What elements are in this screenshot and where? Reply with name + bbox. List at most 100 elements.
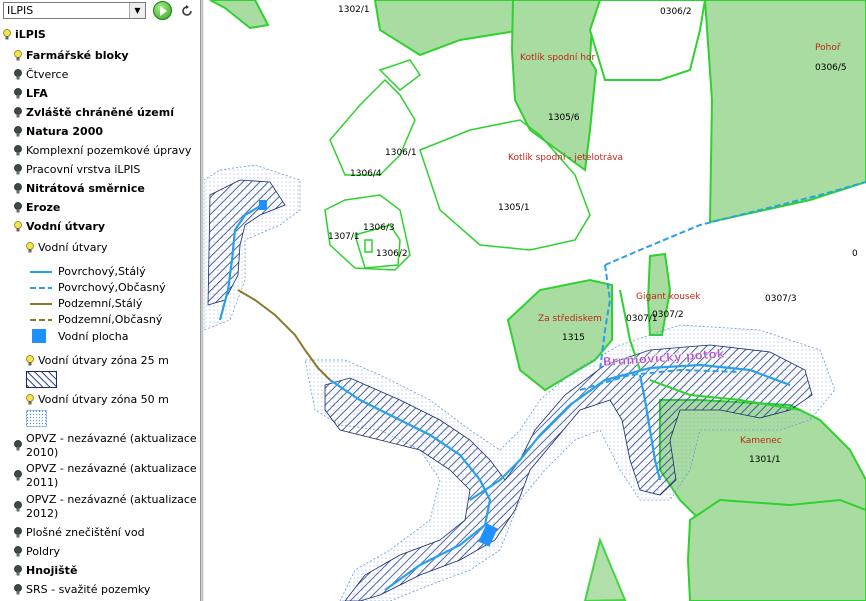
bulb-on-icon[interactable] — [26, 242, 34, 253]
layer-label: OPVZ - nezávazné (aktualizace 2011) — [26, 462, 197, 489]
layer-farm-blocks[interactable]: Farmářské bloky — [14, 49, 129, 62]
parcel-label: 0 — [852, 249, 858, 259]
underground-stream — [237, 289, 331, 381]
bulb-off-icon[interactable] — [14, 501, 22, 512]
layer-label: Pracovní vrstva iLPIS — [26, 163, 141, 176]
bulb-off-icon[interactable] — [14, 88, 22, 99]
parcel-label: 0306/5 — [815, 63, 847, 73]
layer-label: Natura 2000 — [26, 125, 104, 138]
bulb-off-icon[interactable] — [14, 164, 22, 175]
layer-label: SRS - svažité pozemky — [26, 583, 151, 596]
water-area — [259, 200, 267, 210]
layer-label: Hnojiště — [26, 564, 78, 577]
parcel-label: 1305/1 — [498, 203, 530, 213]
parcel-label: 0306/2 — [660, 7, 692, 17]
bulb-off-icon[interactable] — [14, 584, 22, 595]
parcel-label: 1306/4 — [350, 169, 382, 179]
layer-label: LFA — [26, 87, 48, 100]
refresh-icon[interactable] — [178, 2, 195, 19]
layer-squares[interactable]: Čtverce — [14, 68, 68, 81]
legend-label: Vodní plocha — [58, 329, 129, 343]
bulb-off-icon[interactable] — [14, 565, 22, 576]
bulb-off-icon[interactable] — [14, 527, 22, 538]
play-icon[interactable] — [153, 1, 172, 20]
layer-erosion[interactable]: Eroze — [14, 201, 60, 214]
parcel-label: 1301/1 — [749, 455, 781, 465]
block-name-label: Pohoř — [815, 43, 841, 53]
bulb-on-icon[interactable] — [14, 50, 22, 61]
layer-srs[interactable]: SRS - svažité pozemky — [14, 583, 150, 596]
layer-label: OPVZ - nezávazné (aktualizace 2012) — [26, 493, 197, 520]
layer-opvz-2010[interactable]: OPVZ - nezávazné (aktualizace 2010) — [14, 432, 200, 460]
bulb-off-icon[interactable] — [14, 546, 22, 557]
parcel-label: 1307/1 — [328, 232, 360, 242]
layer-panel: ILPIS ▼ iLPIS Farmářské bloky Čtverce LF… — [0, 0, 200, 601]
layer-land-adjust[interactable]: Komplexní pozemkové úpravy — [14, 144, 191, 157]
parcel-label: 1306/3 — [363, 223, 395, 233]
layer-opvz-2012[interactable]: OPVZ - nezávazné (aktualizace 2012) — [14, 493, 200, 521]
block-name-label: Kotlík spodní hor — [520, 53, 595, 63]
parcel-label: 0307/3 — [765, 294, 797, 304]
legend-underground-occasional: Podzemní,Občasný — [30, 313, 162, 326]
dashed-blue-line-icon — [30, 286, 52, 289]
layer-label: Vodní útvary — [26, 220, 106, 233]
layer-label: OPVZ - nezávazné (aktualizace 2010) — [26, 432, 197, 459]
bulb-off-icon[interactable] — [14, 107, 22, 118]
solid-blue-line-icon — [30, 270, 52, 273]
layer-pollution[interactable]: Plošné znečištění vod — [14, 526, 145, 539]
hatch-zone25-swatch — [26, 371, 57, 388]
legend-label: Podzemní,Stálý — [58, 297, 143, 310]
layer-label: Farmářské bloky — [26, 49, 129, 62]
parcel-label: 1306/2 — [376, 249, 408, 259]
layer-natura[interactable]: Natura 2000 — [14, 125, 103, 138]
bulb-off-icon[interactable] — [14, 202, 22, 213]
legend-water-area: Vodní plocha — [30, 329, 128, 343]
layer-label: Plošné znečištění vod — [26, 526, 145, 539]
legend-label: Povrchový,Občasný — [58, 281, 166, 294]
layer-toolbar: ILPIS ▼ — [0, 0, 200, 22]
layer-zone25[interactable]: Vodní útvary zóna 25 m — [26, 354, 169, 367]
layer-ilpis[interactable]: iLPIS — [3, 28, 46, 41]
bulb-off-icon[interactable] — [14, 183, 22, 194]
layer-lfa[interactable]: LFA — [14, 87, 48, 100]
layer-label: Komplexní pozemkové úpravy — [26, 144, 192, 157]
layer-protected[interactable]: Zvláště chráněné území — [14, 106, 174, 119]
bulb-off-icon[interactable] — [14, 69, 22, 80]
layer-select[interactable]: ILPIS ▼ — [3, 2, 146, 19]
bulb-off-icon[interactable] — [14, 145, 22, 156]
layer-label: Čtverce — [26, 68, 69, 81]
layer-polders[interactable]: Poldry — [14, 545, 60, 558]
bulb-on-icon[interactable] — [14, 221, 22, 232]
chevron-down-icon[interactable]: ▼ — [129, 3, 145, 18]
layer-select-value: ILPIS — [7, 4, 34, 17]
parcel-label: 0307/2 — [652, 310, 684, 320]
layer-water-sub[interactable]: Vodní útvary — [26, 241, 107, 254]
parcel-label: 1306/1 — [385, 148, 417, 158]
bulb-on-icon[interactable] — [26, 394, 34, 405]
bulb-off-icon[interactable] — [14, 440, 22, 451]
legend-surface-permanent: Povrchový,Stálý — [30, 265, 146, 278]
layer-fertilizer[interactable]: Hnojiště — [14, 564, 77, 577]
block-name-label: Gigant kousek — [636, 292, 701, 302]
dashed-olive-line-icon — [30, 318, 52, 321]
layer-nitrate[interactable]: Nitrátová směrnice — [14, 182, 145, 195]
map-view[interactable]: 1302/1 0306/2 0306/5 1305/6 1306/1 1306/… — [204, 0, 866, 601]
bulb-on-icon[interactable] — [3, 29, 11, 40]
layer-opvz-2011[interactable]: OPVZ - nezávazné (aktualizace 2011) — [14, 462, 200, 490]
block-name-label: Za střediskem — [538, 314, 602, 324]
layer-water[interactable]: Vodní útvary — [14, 220, 105, 233]
layer-label: Vodní útvary — [38, 241, 108, 254]
legend-underground-permanent: Podzemní,Stálý — [30, 297, 142, 310]
bulb-off-icon[interactable] — [14, 470, 22, 481]
layer-zone50[interactable]: Vodní útvary zóna 50 m — [26, 393, 169, 406]
bulb-off-icon[interactable] — [14, 126, 22, 137]
parcel-label: 1315 — [562, 333, 585, 343]
block-name-label: Kotlík spodní - jetelotráva — [508, 153, 623, 163]
bulb-on-icon[interactable] — [26, 355, 34, 366]
parcel-label: 1305/6 — [548, 113, 580, 123]
layer-work[interactable]: Pracovní vrstva iLPIS — [14, 163, 140, 176]
dots-zone50-swatch — [26, 410, 47, 427]
map-canvas[interactable]: 1302/1 0306/2 0306/5 1305/6 1306/1 1306/… — [204, 0, 866, 601]
layer-label: Vodní útvary zóna 50 m — [38, 393, 169, 406]
layer-label: Eroze — [26, 201, 61, 214]
